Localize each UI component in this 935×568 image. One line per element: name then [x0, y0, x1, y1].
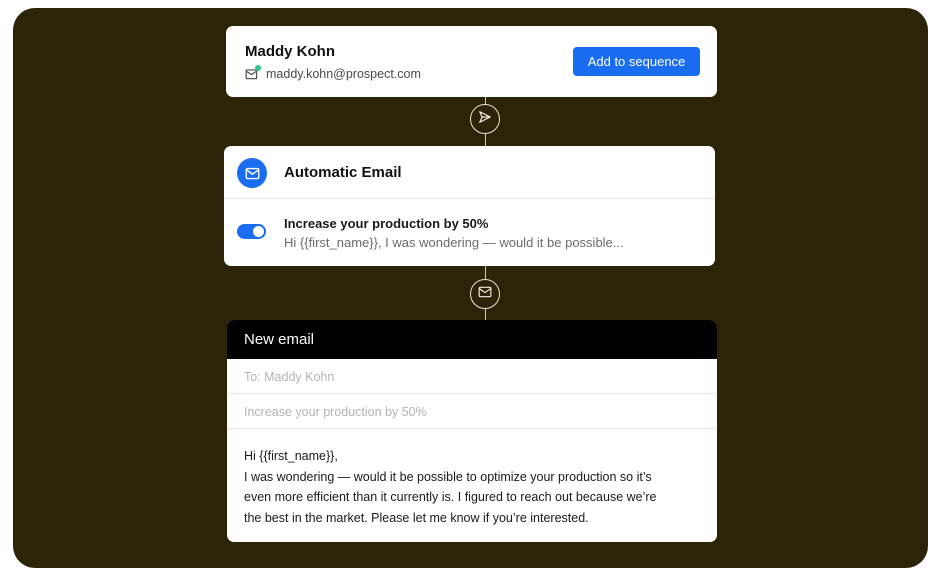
contact-name: Maddy Kohn: [245, 43, 335, 60]
email-body[interactable]: Hi {{first_name}}, I was wondering — wou…: [244, 446, 697, 528]
to-field[interactable]: To: Maddy Kohn: [227, 359, 717, 394]
email-body-line: the best in the market. Please let me kn…: [244, 510, 589, 525]
automatic-email-title: Automatic Email: [284, 164, 402, 181]
mail-step-node[interactable]: [470, 279, 500, 309]
envelope-icon: [245, 65, 261, 81]
new-email-card: New email To: Maddy Kohn Increase your p…: [227, 320, 717, 542]
contact-email-row: maddy.kohn@prospect.com: [245, 65, 421, 81]
status-dot: [255, 65, 261, 71]
automatic-email-subject: Increase your production by 50%: [284, 216, 489, 231]
email-body-line: even more efficient than it currently is…: [244, 490, 657, 504]
email-body-line: I was wondering — would it be possible t…: [244, 469, 652, 484]
email-body-line: Hi {{first_name}},: [244, 449, 338, 463]
send-step-node[interactable]: [470, 104, 500, 134]
automatic-email-header: Automatic Email: [224, 146, 715, 199]
automatic-email-preview: Hi {{first_name}}, I was wondering — wou…: [284, 235, 624, 250]
mail-icon: [478, 285, 492, 303]
subject-field[interactable]: Increase your production by 50%: [227, 394, 717, 429]
send-icon: [478, 110, 492, 129]
mail-badge-icon: [237, 158, 267, 188]
add-to-sequence-button[interactable]: Add to sequence: [573, 47, 700, 76]
contact-email: maddy.kohn@prospect.com: [266, 67, 421, 81]
contact-card: Maddy Kohn maddy.kohn@prospect.com Add t…: [226, 26, 717, 97]
new-email-title: New email: [227, 320, 717, 359]
automatic-email-card[interactable]: Automatic Email Increase your production…: [224, 146, 715, 266]
automatic-email-toggle[interactable]: [237, 224, 266, 239]
